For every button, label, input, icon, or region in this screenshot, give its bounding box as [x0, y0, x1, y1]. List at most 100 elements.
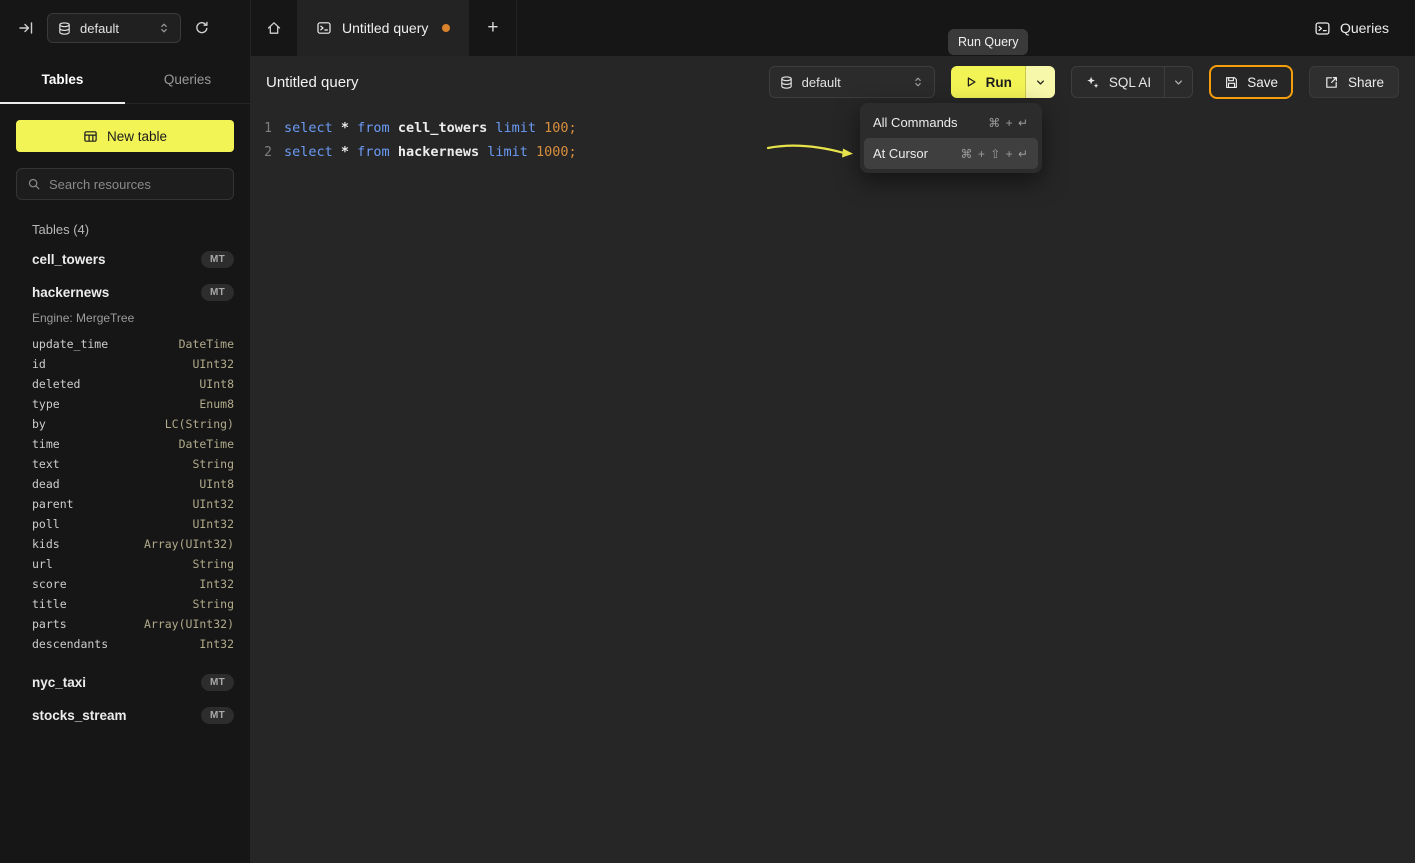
- save-button[interactable]: Save: [1209, 65, 1293, 99]
- new-table-button[interactable]: New table: [16, 120, 234, 152]
- topbar-left: default: [0, 0, 250, 56]
- topbar: default Untitled query + Qu: [0, 0, 1415, 56]
- sql-editor[interactable]: 1select * from cell_towers limit 100;2se…: [250, 108, 1415, 164]
- column-name: descendants: [32, 637, 108, 651]
- chevron-down-icon: [1172, 76, 1185, 89]
- column-row[interactable]: descendants Int32: [16, 634, 234, 654]
- share-button[interactable]: Share: [1309, 66, 1399, 98]
- database-icon: [779, 75, 794, 90]
- run-menu: All Commands⌘ + ↵At Cursor⌘ + ⇧ + ↵: [860, 103, 1042, 173]
- tables-section-label: Tables (4): [16, 222, 234, 237]
- column-name: id: [32, 357, 46, 371]
- tabstrip: Untitled query +: [250, 0, 517, 56]
- search-input[interactable]: [49, 177, 223, 192]
- code-token: cell_towers: [398, 120, 496, 136]
- queries-button[interactable]: Queries: [1314, 20, 1389, 37]
- column-row[interactable]: byLC(String): [16, 414, 234, 434]
- column-row[interactable]: partsArray(UInt32): [16, 614, 234, 634]
- table-name: hackernews: [32, 285, 109, 300]
- app-root: default Untitled query + Qu: [0, 0, 1415, 863]
- run-menu-item[interactable]: All Commands⌘ + ↵: [864, 107, 1038, 138]
- column-type: Array(UInt32): [144, 537, 234, 551]
- column-type: String: [192, 597, 234, 611]
- run-options-button[interactable]: [1025, 66, 1055, 98]
- table-item-nyc-taxi[interactable]: nyc_taxi MT: [16, 666, 234, 699]
- sql-ai-button[interactable]: SQL AI: [1072, 67, 1164, 97]
- column-row[interactable]: deadUInt8: [16, 474, 234, 494]
- column-row[interactable]: timeDateTime: [16, 434, 234, 454]
- run-button[interactable]: Run: [951, 66, 1025, 98]
- column-row[interactable]: id UInt32: [16, 354, 234, 374]
- table-item-stocks-stream[interactable]: stocks_stream MT: [16, 699, 234, 732]
- column-row[interactable]: url String: [16, 554, 234, 574]
- queries-icon: [1314, 20, 1331, 37]
- column-row[interactable]: parentUInt32: [16, 494, 234, 514]
- database-selector-value: default: [80, 21, 119, 36]
- table-icon: [83, 129, 98, 144]
- run-menu-item[interactable]: At Cursor⌘ + ⇧ + ↵: [864, 138, 1038, 169]
- sparkles-icon: [1085, 75, 1100, 90]
- column-row[interactable]: textString: [16, 454, 234, 474]
- query-title: Untitled query: [266, 74, 359, 91]
- column-name: poll: [32, 517, 60, 531]
- code-content: select * from cell_towers limit 100;: [284, 120, 577, 136]
- column-row[interactable]: pollUInt32: [16, 514, 234, 534]
- sql-ai-options-button[interactable]: [1164, 67, 1192, 97]
- column-name: dead: [32, 477, 60, 491]
- sql-ai-split-button: SQL AI: [1071, 66, 1193, 98]
- queries-button-label: Queries: [1340, 20, 1389, 36]
- column-name: url: [32, 557, 53, 571]
- table-item-hackernews[interactable]: hackernews MT: [16, 276, 234, 309]
- column-name: type: [32, 397, 60, 411]
- main: Untitled query default Run: [250, 56, 1415, 863]
- search-box: [16, 168, 234, 200]
- column-row[interactable]: kidsArray(UInt32): [16, 534, 234, 554]
- sidebar-tab-tables[interactable]: Tables: [0, 56, 125, 103]
- column-type: Enum8: [199, 397, 234, 411]
- sql-ai-label: SQL AI: [1109, 75, 1151, 90]
- column-name: text: [32, 457, 60, 471]
- tab-untitled-query[interactable]: Untitled query: [298, 0, 469, 56]
- select-updown-icon: [157, 21, 171, 35]
- column-row[interactable]: titleString: [16, 594, 234, 614]
- column-row[interactable]: scoreInt32: [16, 574, 234, 594]
- column-type: UInt32: [192, 357, 234, 371]
- sidebar-tab-queries-label: Queries: [164, 72, 211, 87]
- sidebar-content: New table Tables (4) cell_towers MT hack…: [0, 104, 250, 732]
- tab-label: Untitled query: [342, 20, 428, 36]
- engine-label: Engine: MergeTree: [16, 311, 234, 325]
- column-type: Int32: [199, 637, 234, 651]
- run-menu-item-label: At Cursor: [873, 146, 928, 161]
- sidebar-tab-queries[interactable]: Queries: [125, 56, 250, 103]
- code-token: select: [284, 120, 341, 136]
- column-name: parts: [32, 617, 67, 631]
- table-item-cell-towers[interactable]: cell_towers MT: [16, 243, 234, 276]
- database-selector-topbar[interactable]: default: [47, 13, 181, 43]
- column-row[interactable]: update_timeDateTime: [16, 334, 234, 354]
- topbar-spacer: [517, 0, 1314, 56]
- run-split-button: Run: [951, 66, 1055, 98]
- code-token: limit: [487, 144, 536, 160]
- chevron-down-icon: [1034, 76, 1047, 89]
- new-tab-button[interactable]: +: [469, 0, 517, 56]
- database-selector-toolbar[interactable]: default: [769, 66, 935, 98]
- code-token: hackernews: [398, 144, 487, 160]
- collapse-sidebar-button[interactable]: [18, 20, 34, 36]
- column-type: Int32: [199, 577, 234, 591]
- column-name: deleted: [32, 377, 80, 391]
- code-token: select: [284, 144, 341, 160]
- home-tab[interactable]: [250, 0, 298, 56]
- code-token: from: [357, 120, 398, 136]
- body: Tables Queries New table Tables (4): [0, 56, 1415, 863]
- engine-badge: MT: [201, 707, 234, 724]
- code-token: *: [341, 144, 357, 160]
- column-type: String: [192, 557, 234, 571]
- column-type: UInt8: [199, 377, 234, 391]
- code-line[interactable]: 2select * from hackernews limit 1000;: [250, 140, 1415, 164]
- column-row[interactable]: type Enum8: [16, 394, 234, 414]
- refresh-button[interactable]: [194, 20, 210, 36]
- hackernews-columns: update_timeDateTimeid UInt32 deleted UInt8 t…: [16, 334, 234, 654]
- save-button-label: Save: [1247, 75, 1278, 90]
- code-line[interactable]: 1select * from cell_towers limit 100;: [250, 116, 1415, 140]
- column-row[interactable]: deleted UInt8: [16, 374, 234, 394]
